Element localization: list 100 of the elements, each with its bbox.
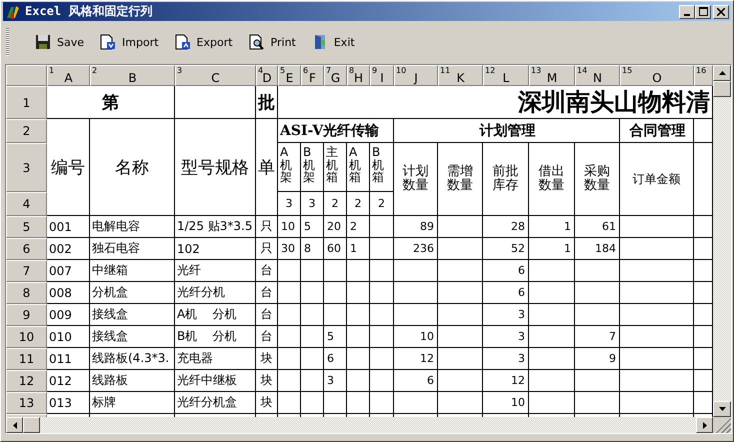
column-header[interactable]: 14 N	[575, 65, 620, 86]
table-cell: 3	[483, 326, 529, 348]
table-cell: 接线盒	[90, 326, 175, 348]
close-button[interactable]	[713, 4, 729, 18]
horizontal-scrollbar[interactable]	[6, 417, 713, 433]
column-header[interactable]: 16	[694, 65, 713, 86]
scroll-left-button[interactable]	[6, 417, 23, 433]
toolbar-button[interactable]: Save	[32, 32, 88, 52]
row-header[interactable]: 1	[6, 86, 47, 119]
row-header[interactable]: 7	[6, 260, 47, 282]
table-cell: 6	[483, 282, 529, 304]
table-cell: 89	[394, 216, 438, 238]
column-letter: L	[502, 71, 510, 85]
row-header[interactable]: 12	[6, 370, 47, 392]
vertical-scrollbar[interactable]	[713, 65, 731, 417]
column-header[interactable]: 1 A	[47, 65, 90, 86]
table-cell: 10	[394, 326, 438, 348]
toolbar-button[interactable]: Import	[97, 32, 162, 52]
table-cell	[575, 260, 620, 282]
table-header: B机架	[301, 143, 324, 192]
corner-header[interactable]	[6, 65, 47, 86]
column-number: 16	[696, 66, 706, 75]
table-cell: 12	[394, 348, 438, 370]
table-cell	[529, 370, 575, 392]
size-grip[interactable]	[713, 417, 731, 433]
table-cell: 批	[256, 86, 278, 119]
table-cell: 2	[347, 192, 370, 216]
row-header[interactable]: 11	[6, 348, 47, 370]
scroll-right-button[interactable]	[696, 417, 713, 433]
table-cell: 中继箱	[90, 260, 175, 282]
table-cell: 8	[301, 238, 324, 260]
maximize-button[interactable]	[695, 4, 711, 18]
row-header[interactable]: 3	[6, 143, 47, 192]
row-header[interactable]: 8	[6, 282, 47, 304]
table-cell: 9	[575, 348, 620, 370]
table-cell	[370, 238, 394, 260]
column-header[interactable]: 3 C	[175, 65, 256, 86]
row-header[interactable]: 4	[6, 192, 47, 216]
table-cell: 台	[256, 260, 278, 282]
table-cell	[394, 282, 438, 304]
table-header: 借出数量	[529, 143, 575, 216]
table-cell: 1/25 贴3*3.5	[175, 216, 256, 238]
minimize-icon	[684, 14, 690, 16]
table-cell: 台	[256, 326, 278, 348]
table-cell: 20	[324, 216, 347, 238]
table-cell	[301, 304, 324, 326]
column-number: 3	[177, 66, 182, 75]
row-header[interactable]: 13	[6, 392, 47, 414]
column-number: 7	[326, 66, 332, 75]
column-number: 10	[396, 66, 406, 75]
column-number: 13	[531, 66, 542, 75]
toolbar-button[interactable]: Print	[246, 32, 299, 52]
table-cell	[278, 326, 301, 348]
row-header[interactable]: 9	[6, 304, 47, 326]
toolbar-grip[interactable]	[6, 28, 9, 56]
column-header[interactable]: 2 B	[90, 65, 175, 86]
toolbar-button[interactable]: Exit	[308, 32, 358, 52]
table-cell: B机 分机	[175, 326, 256, 348]
table-cell: 3	[324, 370, 347, 392]
table-cell: 台	[256, 282, 278, 304]
down-arrow-icon	[718, 407, 726, 411]
table-cell: 3	[483, 304, 529, 326]
row-header[interactable]: 2	[6, 119, 47, 143]
column-header[interactable]: 15 O	[620, 65, 694, 86]
table-cell	[529, 326, 575, 348]
row-header[interactable]: 10	[6, 326, 47, 348]
column-header[interactable]: 13 M	[529, 65, 575, 86]
table-cell	[278, 260, 301, 282]
table-cell	[347, 348, 370, 370]
row-header[interactable]: 5	[6, 216, 47, 238]
table-header: A机架	[278, 143, 301, 192]
scroll-up-button[interactable]	[713, 65, 731, 81]
table-cell	[324, 282, 347, 304]
column-letter: N	[593, 71, 602, 85]
table-cell: 12	[483, 370, 529, 392]
table-cell: 块	[256, 392, 278, 414]
table-cell: 电解电容	[90, 216, 175, 238]
window-title: Excel 风格和固定行列	[25, 3, 152, 20]
table-header: 型号规格	[175, 119, 256, 216]
column-number: 6	[303, 66, 308, 75]
table-cell	[370, 392, 394, 414]
table-header: B机箱	[370, 143, 394, 192]
scroll-down-button[interactable]	[713, 401, 731, 417]
column-header[interactable]: 12 L	[483, 65, 529, 86]
app-icon	[5, 4, 21, 20]
scroll-thumb[interactable]	[23, 417, 40, 433]
column-header[interactable]: 10 J	[394, 65, 438, 86]
table-cell	[347, 260, 370, 282]
table-cell: 007	[47, 260, 90, 282]
table-cell: 只	[256, 216, 278, 238]
table-cell: 5	[324, 326, 347, 348]
row-header[interactable]: 6	[6, 238, 47, 260]
column-header[interactable]: 11 K	[438, 65, 483, 86]
table-cell: 块	[256, 370, 278, 392]
minimize-button[interactable]	[679, 4, 695, 18]
column-header[interactable]: 9 I	[370, 65, 394, 86]
column-letter: K	[456, 71, 464, 85]
table-cell: 线路板(4.3*3.	[90, 348, 175, 370]
toolbar-button[interactable]: Export	[172, 32, 236, 52]
scroll-thumb[interactable]	[713, 81, 731, 97]
